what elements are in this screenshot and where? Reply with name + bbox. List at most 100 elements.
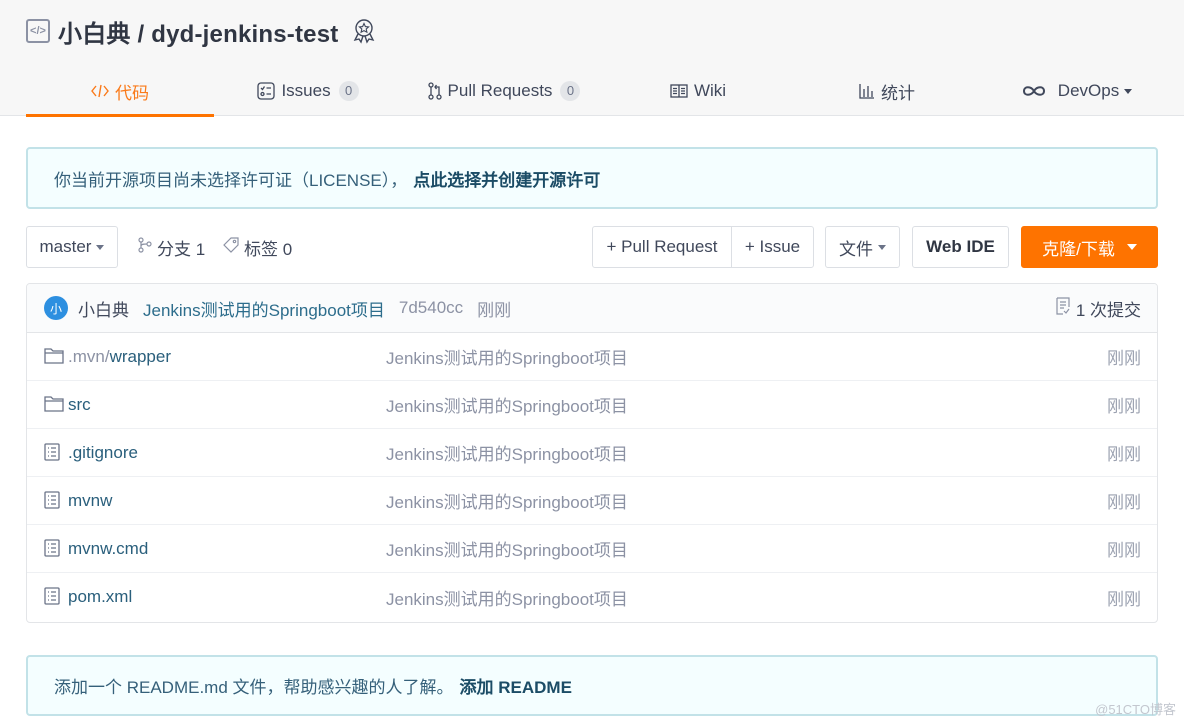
watermark: @51CTO博客	[1095, 702, 1176, 717]
file-name: wrapper	[109, 346, 171, 366]
repo-toolbar: master 分支 1 标签 0 + Pull Request + Issue …	[26, 226, 1158, 268]
last-commit-row: 小 小白典 Jenkins测试用的Springboot项目 7d540cc 刚刚…	[27, 284, 1157, 333]
branch-select[interactable]: master	[26, 226, 118, 268]
repo-title-row: </> 小白典 / dyd-jenkins-test	[26, 14, 376, 48]
repo-title[interactable]: 小白典 / dyd-jenkins-test	[58, 14, 338, 49]
file-row[interactable]: mvnw Jenkins测试用的Springboot项目 刚刚	[27, 477, 1157, 525]
code-repo-icon: </>	[26, 19, 50, 43]
file-name: mvnw	[68, 490, 113, 510]
book-icon	[670, 84, 688, 98]
file-commit-message[interactable]: Jenkins测试用的Springboot项目	[386, 536, 628, 561]
file-row[interactable]: src Jenkins测试用的Springboot项目 刚刚	[27, 381, 1157, 429]
commit-sha[interactable]: 7d540cc	[399, 298, 463, 318]
file-commit-time: 刚刚	[1107, 397, 1141, 416]
file-name-link[interactable]: pom.xml	[68, 587, 132, 607]
add-readme-link[interactable]: 添加 README	[460, 673, 572, 698]
new-issue-button[interactable]: + Issue	[731, 227, 813, 267]
file-commit-time: 刚刚	[1107, 589, 1141, 609]
tab-devops-label: DevOps	[1057, 81, 1120, 100]
file-name-link[interactable]: mvnw	[68, 491, 112, 511]
file-commit-message[interactable]: Jenkins测试用的Springboot项目	[386, 488, 628, 513]
file-name-link[interactable]: .gitignore	[68, 443, 138, 463]
tab-issues[interactable]: Issues 0	[257, 66, 359, 116]
tags-label: 标签 0	[244, 239, 293, 259]
tab-wiki-label: Wiki	[693, 81, 727, 100]
tab-pull-requests-label: Pull Requests	[447, 81, 553, 100]
avatar[interactable]: 小	[44, 296, 68, 320]
branches-label: 分支 1	[157, 239, 206, 259]
file-icon	[44, 539, 64, 559]
web-ide-button[interactable]: Web IDE	[912, 226, 1009, 268]
branch-icon	[138, 237, 152, 257]
create-button-group: + Pull Request + Issue	[592, 226, 814, 268]
tags-link[interactable]: 标签 0	[223, 226, 292, 268]
file-name-link[interactable]: mvnw.cmd	[68, 539, 148, 559]
file-name: src	[68, 394, 91, 414]
file-name-link[interactable]: src	[68, 395, 91, 415]
issues-count: 0	[338, 81, 359, 101]
file-menu-label: 文件	[839, 239, 873, 259]
tab-pull-requests[interactable]: Pull Requests 0	[426, 66, 582, 116]
file-row[interactable]: .mvn/wrapper Jenkins测试用的Springboot项目 刚刚	[27, 333, 1157, 381]
file-icon	[44, 491, 64, 511]
file-name-prefix: .mvn/	[68, 346, 110, 366]
folder-icon	[44, 395, 64, 415]
file-icon	[44, 587, 64, 607]
award-badge-icon[interactable]	[352, 18, 376, 44]
commit-history-icon	[1056, 297, 1070, 320]
readme-notice: 添加一个 README.md 文件，帮助感兴趣的人了解。 添加 README	[26, 655, 1158, 716]
caret-down-icon	[1126, 244, 1137, 250]
commit-message[interactable]: Jenkins测试用的Springboot项目	[143, 296, 385, 321]
file-commit-message[interactable]: Jenkins测试用的Springboot项目	[386, 440, 628, 465]
file-row[interactable]: .gitignore Jenkins测试用的Springboot项目 刚刚	[27, 429, 1157, 477]
repo-header: </> 小白典 / dyd-jenkins-test 代码 Issues 0 P…	[0, 0, 1184, 117]
infinity-icon	[1022, 85, 1046, 97]
tab-code[interactable]: 代码	[26, 66, 214, 117]
caret-down-icon	[96, 244, 105, 250]
tab-devops[interactable]: DevOps	[1022, 66, 1133, 116]
file-name: mvnw.cmd	[68, 538, 149, 558]
tab-statistics[interactable]: 统计	[856, 66, 918, 116]
code-icon	[91, 83, 109, 99]
file-name: pom.xml	[68, 587, 133, 606]
commit-author[interactable]: 小白典	[78, 296, 129, 321]
file-menu-button[interactable]: 文件	[825, 226, 900, 268]
branches-link[interactable]: 分支 1	[138, 226, 205, 268]
commit-count-link[interactable]: 1 次提交	[1056, 284, 1141, 333]
file-commit-time: 刚刚	[1107, 493, 1141, 512]
file-icon	[44, 443, 64, 463]
caret-down-icon	[878, 244, 886, 250]
branch-select-label: master	[39, 237, 92, 256]
commit-count: 1 次提交	[1075, 301, 1141, 320]
file-commit-time: 刚刚	[1107, 541, 1141, 560]
folder-icon	[44, 347, 64, 367]
file-row[interactable]: mvnw.cmd Jenkins测试用的Springboot项目 刚刚	[27, 525, 1157, 573]
license-notice: 你当前开源项目尚未选择许可证（LICENSE）， 点此选择并创建开源许可	[26, 147, 1158, 209]
new-pull-request-button[interactable]: + Pull Request	[593, 227, 731, 267]
license-notice-text: 你当前开源项目尚未选择许可证（LICENSE），	[54, 170, 408, 190]
commit-time: 刚刚	[477, 300, 512, 320]
clone-download-button[interactable]: 克隆/下载	[1021, 226, 1158, 268]
file-row[interactable]: pom.xml Jenkins测试用的Springboot项目 刚刚	[27, 573, 1157, 621]
tab-issues-label: Issues	[281, 81, 331, 100]
tab-code-label: 代码	[115, 83, 149, 103]
issues-icon	[257, 82, 276, 100]
file-commit-time: 刚刚	[1107, 445, 1141, 464]
clone-download-label: 克隆/下载	[1042, 239, 1115, 259]
file-list: 小 小白典 Jenkins测试用的Springboot项目 7d540cc 刚刚…	[26, 283, 1158, 623]
file-name-link[interactable]: .mvn/wrapper	[68, 347, 171, 367]
pull-request-icon	[427, 82, 442, 100]
file-commit-time: 刚刚	[1107, 349, 1141, 368]
readme-notice-text: 添加一个 README.md 文件，帮助感兴趣的人了解。	[54, 678, 454, 697]
file-name: .gitignore	[68, 442, 138, 462]
pull-requests-count: 0	[560, 81, 581, 101]
tag-icon	[223, 237, 239, 257]
create-license-link[interactable]: 点此选择并创建开源许可	[413, 166, 600, 191]
file-commit-message[interactable]: Jenkins测试用的Springboot项目	[386, 585, 628, 610]
tab-statistics-label: 统计	[881, 83, 915, 103]
tab-wiki[interactable]: Wiki	[668, 66, 728, 116]
caret-down-icon	[1124, 88, 1133, 94]
file-commit-message[interactable]: Jenkins测试用的Springboot项目	[386, 344, 628, 369]
bar-chart-icon	[859, 83, 875, 99]
file-commit-message[interactable]: Jenkins测试用的Springboot项目	[386, 392, 628, 417]
